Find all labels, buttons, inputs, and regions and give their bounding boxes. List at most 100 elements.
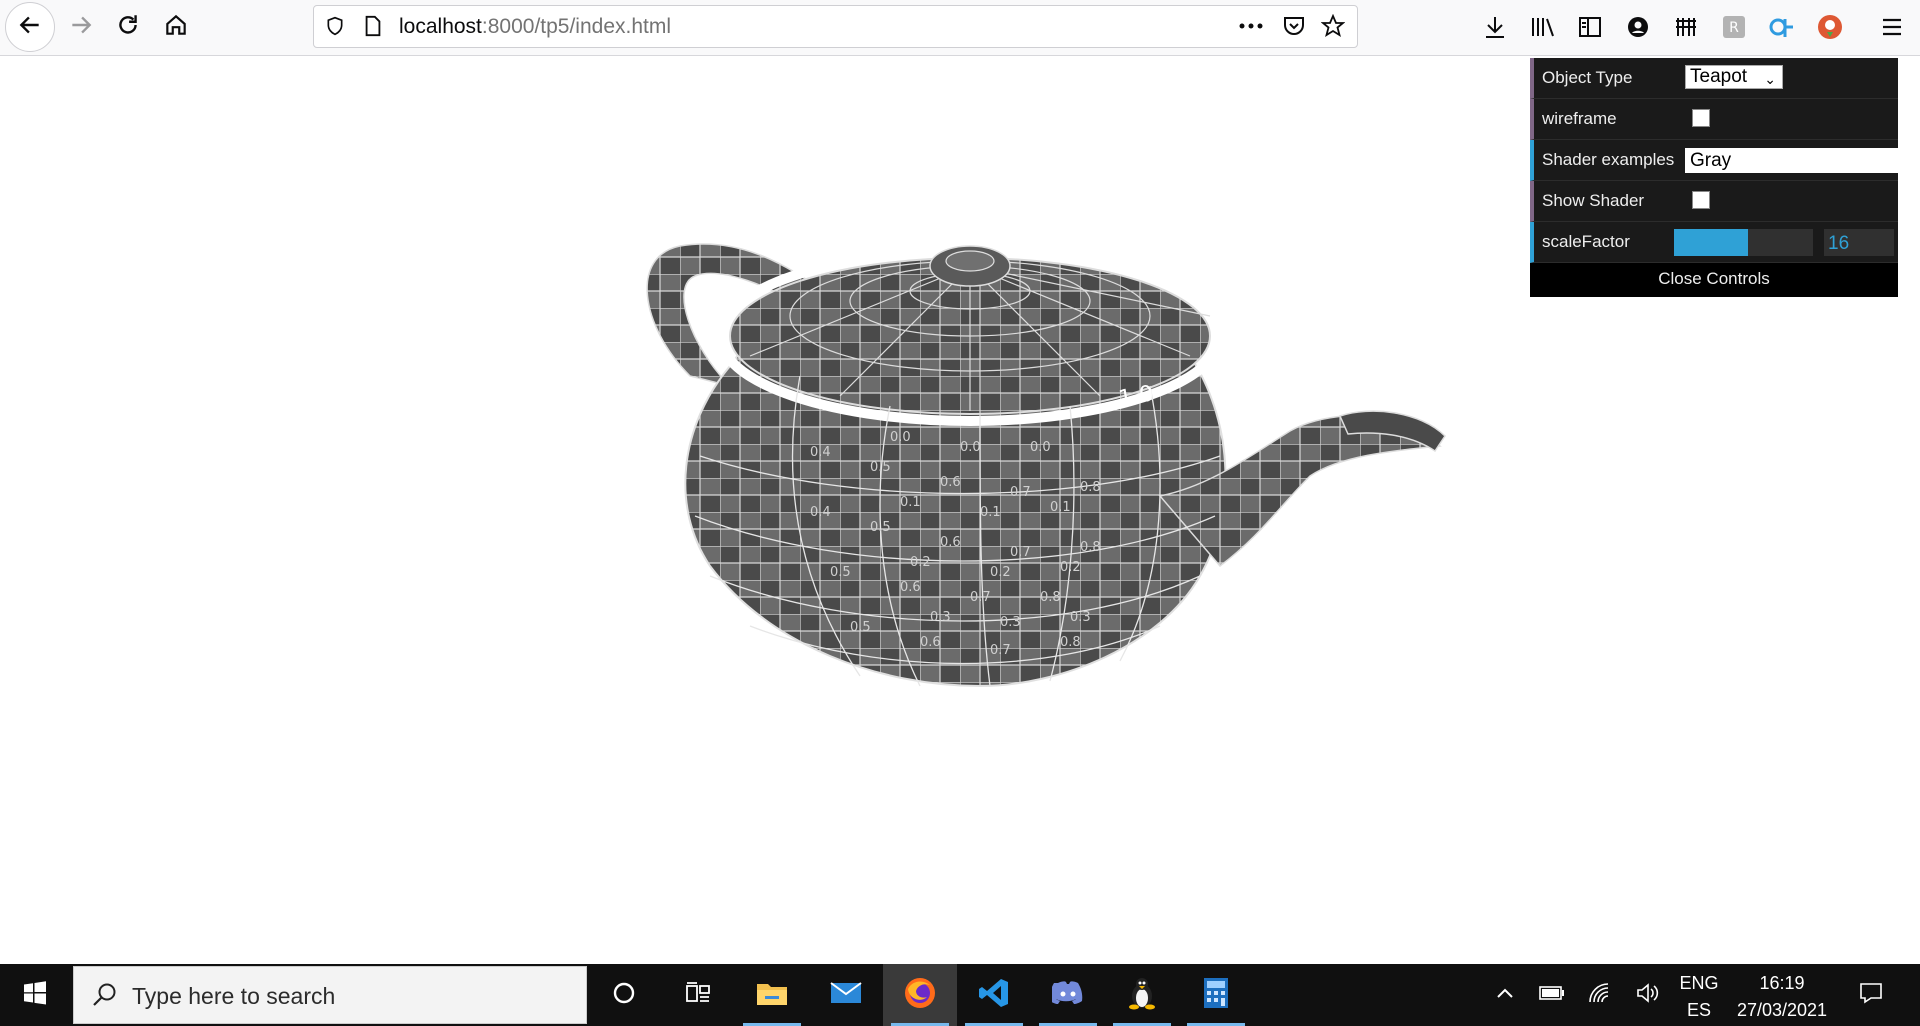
chevron-up-icon	[1496, 986, 1514, 1004]
language-code: ENG	[1679, 973, 1719, 993]
library-icon[interactable]	[1528, 10, 1558, 44]
shader-examples-input[interactable]: Gray	[1685, 148, 1902, 173]
home-button[interactable]	[151, 2, 201, 52]
reload-icon	[115, 12, 141, 42]
account-icon[interactable]	[1623, 10, 1653, 44]
vscode-button[interactable]	[957, 964, 1031, 1026]
show-shader-checkbox[interactable]	[1692, 191, 1710, 209]
webgl-page: 0.4 0.5 0.6 0.7 0.8 0.4 0.5 0.6 0.7 0.8 0.5 0.6 0.…	[0, 56, 1920, 964]
svg-text:0.8: 0.8	[1080, 480, 1101, 495]
svg-text:0.3: 0.3	[930, 610, 951, 625]
taskbar-search[interactable]: Type here to search	[73, 966, 587, 1024]
show-hidden-icons-button[interactable]	[1490, 964, 1520, 1026]
calculator-button[interactable]	[1179, 964, 1253, 1026]
forward-arrow-icon	[68, 12, 94, 42]
svg-text:0.8: 0.8	[1040, 590, 1061, 605]
more-actions-icon[interactable]	[1236, 11, 1266, 41]
reload-button[interactable]	[103, 2, 153, 52]
extension-icon[interactable]	[1815, 10, 1845, 44]
network-button[interactable]	[1583, 964, 1617, 1026]
task-view-button[interactable]	[661, 964, 735, 1026]
url-text[interactable]: localhost:8000/tp5/index.html	[399, 15, 671, 39]
show-shader-label: Show Shader	[1542, 191, 1645, 210]
page-info-icon[interactable]	[358, 11, 388, 41]
start-button[interactable]	[0, 964, 70, 1026]
discord-icon	[1049, 980, 1084, 1010]
sidebar-icon[interactable]	[1575, 10, 1605, 44]
object-type-value: Teapot	[1690, 66, 1748, 87]
discord-button[interactable]	[1031, 964, 1105, 1026]
scale-factor-label: scaleFactor	[1542, 232, 1630, 251]
svg-text:0.6: 0.6	[940, 535, 961, 550]
svg-text:0.1: 0.1	[900, 495, 921, 510]
shader-examples-row: Shader examples Gray	[1530, 140, 1902, 181]
battery-button[interactable]	[1535, 964, 1569, 1026]
search-placeholder: Type here to search	[132, 983, 336, 1009]
extension-icon[interactable]	[1671, 10, 1701, 44]
bookmark-star-icon[interactable]	[1318, 11, 1348, 41]
notification-icon	[1859, 982, 1883, 1009]
linux-button[interactable]	[1105, 964, 1179, 1026]
browser-toolbar: localhost:8000/tp5/index.html R	[0, 0, 1920, 56]
downloads-icon[interactable]	[1480, 10, 1510, 44]
svg-text:0.2: 0.2	[990, 565, 1011, 580]
keyboard-layout: ES	[1686, 1000, 1711, 1020]
svg-text:0.2: 0.2	[910, 555, 931, 570]
show-shader-row: Show Shader	[1530, 181, 1898, 222]
url-path: :8000/tp5/index.html	[481, 15, 672, 38]
action-center-button[interactable]	[1851, 964, 1891, 1026]
svg-text:0.3: 0.3	[1070, 610, 1091, 625]
svg-text:0.0: 0.0	[1030, 440, 1051, 455]
object-type-label: Object Type	[1542, 68, 1633, 87]
teapot-render[interactable]: 0.4 0.5 0.6 0.7 0.8 0.4 0.5 0.6 0.7 0.8 0.5 0.6 0.…	[600, 206, 1480, 806]
battery-icon	[1539, 985, 1565, 1005]
search-icon	[92, 982, 118, 1012]
tracking-shield-icon[interactable]	[320, 11, 350, 41]
svg-text:0.1: 0.1	[1050, 500, 1071, 515]
url-host: localhost	[399, 15, 482, 38]
controls-panel: Object Type Teapot ⌄ wireframe Shader ex…	[1530, 58, 1902, 297]
svg-text:0.5: 0.5	[870, 520, 891, 535]
file-explorer-icon	[756, 979, 788, 1011]
calculator-icon	[1203, 977, 1229, 1013]
clock[interactable]: 16:19 27/03/2021	[1722, 970, 1842, 1024]
svg-text:0.6: 0.6	[920, 635, 941, 650]
input-language[interactable]: ENG ES	[1676, 970, 1722, 1024]
url-bar[interactable]: localhost:8000/tp5/index.html	[313, 5, 1358, 48]
file-explorer-button[interactable]	[735, 964, 809, 1026]
close-controls-button[interactable]: Close Controls	[1530, 263, 1898, 297]
pocket-icon[interactable]	[1279, 11, 1309, 41]
extension-icon[interactable]	[1767, 10, 1797, 44]
clock-date: 27/03/2021	[1736, 1000, 1828, 1020]
svg-text:0.3: 0.3	[1000, 615, 1021, 630]
svg-text:R: R	[1729, 20, 1739, 36]
cortana-button[interactable]	[587, 964, 661, 1026]
svg-text:0.7: 0.7	[970, 590, 991, 605]
volume-button[interactable]	[1631, 964, 1665, 1026]
taskbar: Type here to search ENG ES 16:19 27/03/2…	[0, 964, 1920, 1026]
scale-factor-row: scaleFactor 16	[1530, 222, 1898, 263]
wireframe-checkbox[interactable]	[1692, 109, 1710, 127]
forward-button[interactable]	[56, 2, 106, 52]
cortana-icon	[612, 981, 636, 1009]
vscode-icon	[978, 977, 1010, 1013]
clock-time: 16:19	[1759, 973, 1805, 993]
svg-text:0.5: 0.5	[870, 460, 891, 475]
scale-factor-input[interactable]: 16	[1824, 229, 1894, 256]
svg-text:0.5: 0.5	[850, 620, 871, 635]
firefox-button[interactable]	[883, 964, 957, 1026]
scale-factor-slider[interactable]	[1674, 229, 1813, 256]
firefox-icon	[903, 976, 937, 1014]
svg-text:0.2: 0.2	[1060, 560, 1081, 575]
wireframe-label: wireframe	[1542, 109, 1617, 128]
object-type-select[interactable]: Teapot ⌄	[1685, 65, 1783, 89]
extension-icon[interactable]: R	[1719, 10, 1749, 44]
back-button[interactable]	[5, 2, 55, 52]
mail-button[interactable]	[809, 964, 883, 1026]
menu-icon[interactable]	[1877, 10, 1907, 44]
svg-text:0.1: 0.1	[980, 505, 1001, 520]
speaker-icon	[1636, 982, 1660, 1009]
wifi-icon	[1588, 982, 1612, 1009]
svg-text:0.4: 0.4	[810, 445, 831, 460]
windows-icon	[23, 981, 47, 1009]
